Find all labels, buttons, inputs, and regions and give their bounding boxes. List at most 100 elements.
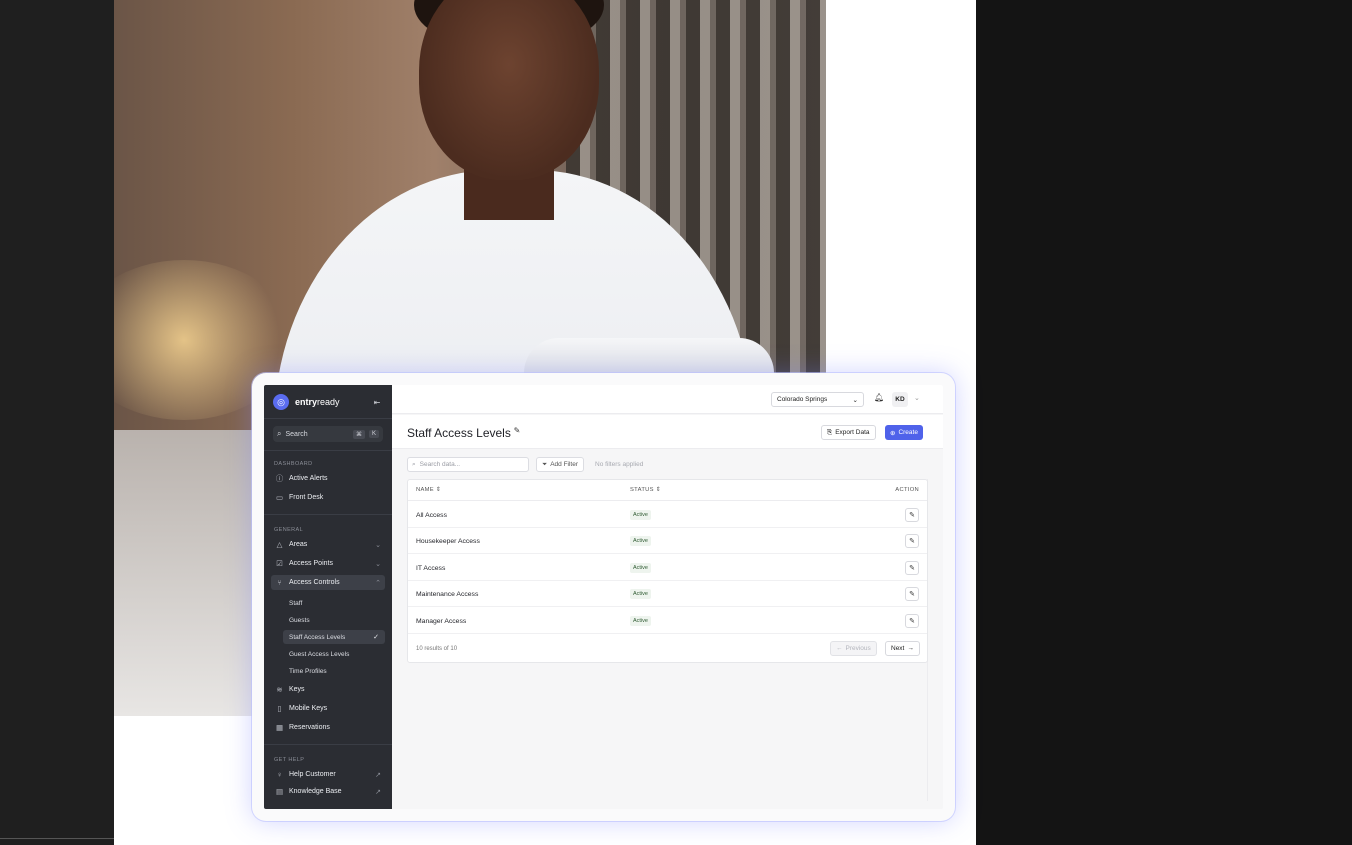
divider [0,838,114,839]
status-badge: Active [630,563,651,573]
location-label: Colorado Springs [777,396,828,403]
chevron-up-icon: ⌃ [375,579,381,587]
edit-icon[interactable]: ✎ [905,508,919,522]
sidebar-item-active-alerts[interactable]: ⓘ Active Alerts [271,471,385,486]
section-general: GENERAL [274,527,304,533]
arrow-left-icon: ← [836,645,843,652]
table-row[interactable]: Maintenance Access Active ✎ [408,581,927,607]
column-action: ACTION [895,487,919,493]
app-window: ◎ entryready ⇤ ⌕ Search ⌘ K DASHBOARD ⓘ … [264,385,943,809]
edit-icon[interactable]: ✎ [905,561,919,575]
status-badge: Active [630,510,651,520]
sidebar-item-mobile-keys[interactable]: ▯ Mobile Keys [271,701,385,716]
topbar: Colorado Springs ⌄ 🔔︎ KD ⌄ [392,385,943,414]
main-content: Colorado Springs ⌄ 🔔︎ KD ⌄ Staff Access … [392,385,943,809]
sidebar-item-label: Access Points [289,560,333,567]
right-dark-margin [976,0,1352,845]
sidebar-subitem-time-profiles[interactable]: Time Profiles [283,664,385,678]
chevron-down-icon: ⌄ [375,541,381,549]
search-label: Search [285,430,308,438]
status-badge: Active [630,616,651,626]
location-select[interactable]: Colorado Springs ⌄ [771,392,864,407]
chevron-down-icon[interactable]: ⌄ [914,394,920,402]
add-filter-button[interactable]: ⏷ Add Filter [536,457,585,472]
table-row[interactable]: IT Access Active ✎ [408,555,927,581]
monitor-icon: ▭ [275,493,284,502]
sidebar: ◎ entryready ⇤ ⌕ Search ⌘ K DASHBOARD ⓘ … [264,385,392,809]
grid-icon: ▦ [275,723,284,732]
sidebar-divider [264,514,392,515]
sidebar-item-label: Knowledge Base [289,788,342,795]
section-dashboard: DASHBOARD [274,461,313,467]
add-filter-label: Add Filter [550,461,579,468]
bell-icon[interactable]: 🔔︎ [874,393,884,402]
brand-logo-icon: ◎ [273,394,289,410]
chevron-down-icon: ⌄ [375,560,381,568]
column-status[interactable]: STATUS ⇕ [630,487,661,493]
collapse-sidebar-icon[interactable]: ⇤ [371,397,383,409]
sidebar-item-label: Active Alerts [289,475,328,482]
sidebar-item-front-desk[interactable]: ▭ Front Desk [271,490,385,505]
sidebar-subitem-staff-access-levels[interactable]: Staff Access Levels ✓ [283,630,385,644]
sidebar-subitem-label: Staff Access Levels [289,633,346,641]
triangle-icon: △ [276,540,283,549]
sidebar-item-access-points[interactable]: ☑ Access Points ⌄ [271,556,385,571]
sidebar-item-keys[interactable]: ≋ Keys [271,682,385,697]
chevron-down-icon: ⌄ [852,396,858,404]
previous-button[interactable]: ← Previous [830,641,877,656]
status-badge: Active [630,589,651,599]
arrow-right-icon: → [907,645,914,652]
row-name: Maintenance Access [416,591,479,598]
table-row[interactable]: All Access Active ✎ [408,502,927,528]
sidebar-item-access-controls[interactable]: ⑂ Access Controls ⌃ [271,575,385,590]
pin-icon[interactable]: ✎ [510,426,524,435]
brand[interactable]: ◎ entryready [273,394,340,410]
sidebar-item-label: Help Customer [289,771,336,778]
table-header: NAME ⇕ STATUS ⇕ ACTION [408,480,927,501]
sidebar-subitem-staff[interactable]: Staff [283,596,385,610]
sidebar-item-areas[interactable]: △ Areas ⌄ [271,537,385,552]
branch-icon: ⑂ [277,578,282,587]
avatar[interactable]: KD [892,392,908,407]
column-name[interactable]: NAME ⇕ [416,487,441,493]
sidebar-item-label: Keys [289,686,305,693]
book-icon: ▤ [275,787,284,796]
sidebar-item-reservations[interactable]: ▦ Reservations [271,720,385,735]
sidebar-subitem-guest-access-levels[interactable]: Guest Access Levels [283,647,385,661]
sidebar-item-knowledge-base[interactable]: ▤ Knowledge Base ↗ [271,784,385,799]
edit-icon[interactable]: ✎ [905,587,919,601]
export-icon: ⎘ [827,428,833,436]
table-row[interactable]: Housekeeper Access Active ✎ [408,528,927,554]
sidebar-item-help-customer[interactable]: ♀ Help Customer ↗ [271,767,385,782]
check-icon: ✓ [373,634,379,641]
lightbulb-icon: ♀ [276,770,283,779]
export-data-button[interactable]: ⎘ Export Data [821,425,876,440]
table-row[interactable]: Manager Access Active ✎ [408,608,927,634]
previous-label: Previous [845,645,871,652]
external-link-icon: ↗ [375,771,381,779]
search-data-input[interactable]: ⌕ Search data... [407,457,529,472]
filter-bar: ⌕ Search data... ⏷ Add Filter No filters… [407,457,927,473]
checkbox-icon: ☑ [276,559,283,568]
sidebar-item-label: Mobile Keys [289,705,328,712]
person-face [419,0,599,180]
create-button[interactable]: ⊕ Create [885,425,923,440]
edit-icon[interactable]: ✎ [905,534,919,548]
search-placeholder: Search data... [419,461,461,468]
row-name: Manager Access [416,618,467,625]
sidebar-subitem-label: Time Profiles [289,667,327,675]
sidebar-search[interactable]: ⌕ Search ⌘ K [273,426,383,442]
shortcut-mod: ⌘ [352,429,365,439]
edit-icon[interactable]: ✎ [905,614,919,628]
sidebar-item-label: Front Desk [289,494,324,501]
shortcut-key: K [368,430,379,438]
phone-icon: ▯ [277,704,282,713]
create-label: Create [898,429,918,436]
next-button[interactable]: Next → [885,641,920,656]
sidebar-subitem-label: Guest Access Levels [289,650,350,658]
brand-name: entryready [295,397,340,407]
sidebar-divider [264,450,392,451]
search-icon: ⌕ [412,460,416,468]
table-footer: 10 results of 10 ← Previous Next → [408,635,927,663]
sidebar-subitem-guests[interactable]: Guests [283,613,385,627]
